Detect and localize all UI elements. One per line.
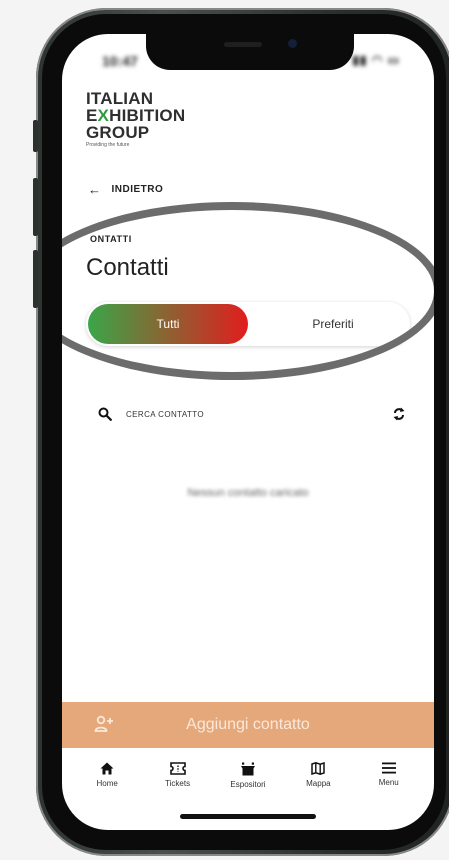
- tab-espositori[interactable]: Espositori: [218, 748, 278, 808]
- phone-volume-up: [33, 178, 38, 236]
- menu-icon: [381, 762, 396, 774]
- phone-mute-switch: [33, 120, 38, 152]
- add-user-icon: [94, 715, 113, 732]
- app-screen: 10:47 ▮▮ ◠ ▭ ITALIAN EXHIBITION GROUP Pr…: [62, 34, 434, 830]
- refresh-button[interactable]: [392, 406, 406, 427]
- exhibitor-icon: [240, 762, 255, 776]
- status-time: 10:47: [102, 53, 138, 69]
- speaker-grille: [224, 42, 262, 47]
- tab-menu[interactable]: Menu: [359, 748, 419, 808]
- bottom-tab-bar: Home Tickets Espositori Mappa Menu: [62, 748, 434, 808]
- tab-label: Tickets: [165, 779, 191, 788]
- brand-logo: ITALIAN EXHIBITION GROUP Providing the f…: [86, 90, 185, 148]
- tab-tickets[interactable]: Tickets: [148, 748, 208, 808]
- sync-icon: [393, 407, 405, 421]
- logo-line-2: EXHIBITION: [86, 107, 185, 124]
- search-icon: [98, 407, 112, 421]
- tab-mappa[interactable]: Mappa: [288, 748, 348, 808]
- highlight-ellipse-annotation: [62, 202, 434, 380]
- search-contact[interactable]: CERCA CONTATTO: [98, 407, 204, 421]
- page-title: Contatti: [86, 254, 169, 281]
- search-label: CERCA CONTATTO: [126, 409, 205, 419]
- front-camera: [288, 39, 297, 48]
- back-label: INDIETRO: [111, 184, 164, 195]
- add-contact-label: Aggiungi contatto: [186, 716, 310, 733]
- status-bar: 10:47 ▮▮ ◠ ▭: [62, 51, 434, 71]
- section-label: ONTATTI: [90, 234, 132, 244]
- logo-tagline: Providing the future: [86, 142, 130, 148]
- map-icon: [311, 762, 326, 775]
- tab-home[interactable]: Home: [77, 748, 137, 808]
- tab-label: Espositori: [230, 780, 266, 789]
- tab-label: Home: [96, 779, 118, 788]
- tab-label: Mappa: [306, 779, 331, 788]
- phone-volume-down: [33, 250, 38, 308]
- ticket-icon: [169, 762, 186, 775]
- home-indicator: [180, 814, 316, 819]
- tab-label: Menu: [378, 778, 399, 787]
- arrow-left-icon: ←: [88, 182, 102, 197]
- logo-line-3: GROUP: [86, 123, 150, 142]
- back-button[interactable]: ← INDIETRO: [88, 182, 163, 197]
- home-icon: [100, 762, 114, 775]
- tab-preferiti[interactable]: Preferiti: [258, 302, 408, 346]
- empty-state-message: Nessun contatto caricato: [187, 487, 309, 499]
- tab-tutti[interactable]: Tutti: [88, 304, 248, 344]
- filter-toggle: Tutti Preferiti: [86, 302, 410, 346]
- add-contact-button[interactable]: Aggiungi contatto: [62, 702, 434, 748]
- logo-line-1: ITALIAN: [86, 89, 154, 108]
- status-icons: ▮▮ ◠ ▭: [352, 53, 400, 67]
